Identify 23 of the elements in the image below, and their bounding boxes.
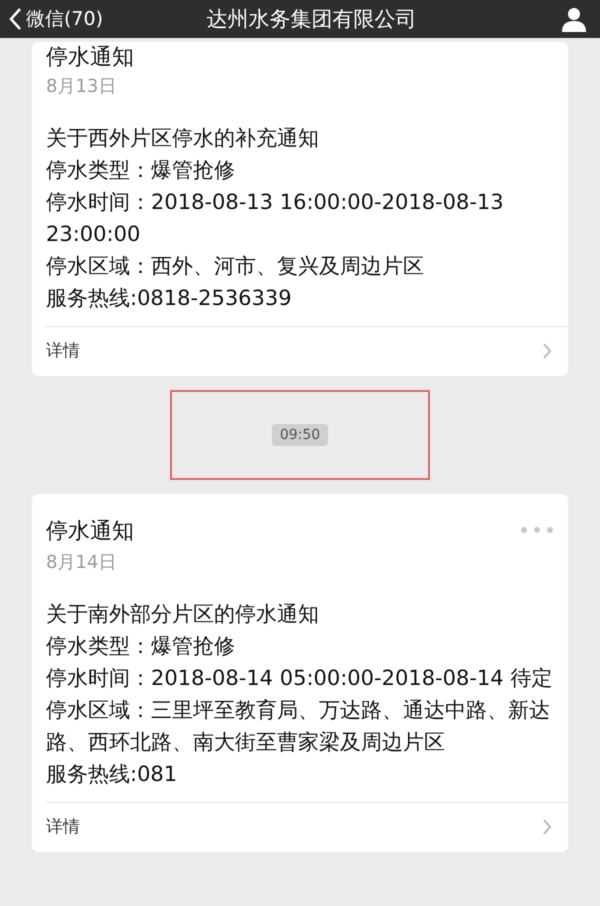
notice-text: 关于西外片区停水的补充通知 — [46, 125, 320, 152]
card-date: 8月13日 — [46, 75, 118, 98]
chevron-right-icon — [542, 342, 552, 360]
notice-text: 服务热线:0818-2536339 — [46, 285, 293, 312]
timestamp: 09:50 — [272, 424, 328, 446]
detail-link[interactable]: 详情 — [46, 326, 568, 376]
notice-text: 停水类型：爆管抢修 — [46, 633, 236, 660]
chat-title: 达州水务集团有限公司 — [206, 6, 418, 33]
notice-text: 停水时间：2018-08-14 05:00:00-2018-08-14 待定 — [46, 665, 554, 692]
person-icon[interactable] — [560, 5, 588, 33]
detail-link[interactable]: 详情 — [46, 802, 568, 852]
card-date: 8月14日 — [46, 551, 118, 574]
card-title: 停水通知 — [46, 44, 134, 72]
notice-text: 停水时间：2018-08-13 16:00:00-2018-08-13 23:00:00 — [46, 189, 505, 248]
notice-text: 停水区域：西外、河市、复兴及周边片区 — [46, 253, 425, 280]
notice-text: 服务热线:081 — [46, 761, 178, 788]
notice-text: 关于南外部分片区的停水通知 — [46, 601, 320, 628]
card-title: 停水通知 — [46, 518, 134, 546]
notice-text: 停水区域：三里坪至教育局、万达路、通达中路、新达路、西环北路、南大街至曹家梁及周边片区 — [46, 697, 551, 756]
back-button[interactable]: 微信(70) — [8, 6, 104, 32]
chevron-right-icon — [542, 818, 552, 836]
back-chevron-icon — [8, 7, 22, 31]
notice-text: 停水类型：爆管抢修 — [46, 157, 236, 184]
